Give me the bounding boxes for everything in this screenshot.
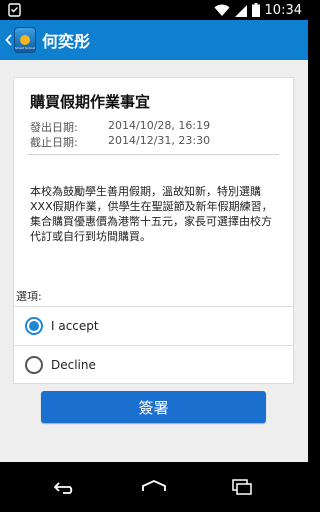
radio-decline[interactable] <box>25 356 43 374</box>
radio-accept[interactable] <box>25 317 43 335</box>
wifi-icon <box>214 4 230 16</box>
issue-date-label: 發出日期: <box>30 121 78 134</box>
sign-button[interactable]: 簽署 <box>41 391 266 423</box>
notification-icon <box>8 3 21 17</box>
options-label: 選項: <box>16 290 42 303</box>
logo-text: Smart School <box>15 46 35 50</box>
up-navigation-button[interactable] <box>2 20 12 60</box>
recent-apps-icon <box>232 479 252 495</box>
content-area: 購買假期作業事宜 發出日期: 2014/10/28, 16:19 截止日期: 2… <box>0 60 308 462</box>
issue-date-row: 發出日期: 2014/10/28, 16:19 <box>30 119 210 135</box>
back-nav-button[interactable] <box>46 474 86 500</box>
action-bar: Smart School 何奕彤 <box>0 20 308 60</box>
chevron-left-icon <box>5 34 12 46</box>
recent-apps-button[interactable] <box>222 474 262 500</box>
home-nav-icon <box>142 480 166 491</box>
page-title: 何奕彤 <box>42 32 91 51</box>
notice-card: 購買假期作業事宜 發出日期: 2014/10/28, 16:19 截止日期: 2… <box>13 77 294 336</box>
navigation-bar <box>0 462 308 512</box>
option-accept[interactable]: I accept <box>14 307 293 345</box>
app-logo[interactable]: Smart School <box>14 27 36 53</box>
divider <box>28 154 279 155</box>
due-date-label: 截止日期: <box>30 136 78 149</box>
option-accept-label: I accept <box>51 319 99 333</box>
back-nav-icon <box>53 482 73 494</box>
due-date-value: 2014/12/31, 23:30 <box>108 134 211 147</box>
due-date-row: 截止日期: 2014/12/31, 23:30 <box>30 134 210 150</box>
notice-body: 本校為鼓勵學生善用假期，溫故知新，特別選購 XXX假期作業，供學生在聖誕節及新年… <box>30 185 273 243</box>
radio-selected-dot <box>29 321 39 331</box>
option-decline-label: Decline <box>51 358 96 372</box>
option-decline[interactable]: Decline <box>14 346 293 384</box>
logo-emblem-icon <box>20 35 30 45</box>
status-bar: 10:34 <box>0 0 308 20</box>
cell-signal-icon <box>234 4 247 17</box>
home-nav-button[interactable] <box>134 474 174 500</box>
battery-icon <box>251 3 260 17</box>
options-group: I accept Decline <box>13 306 294 384</box>
notice-title: 購買假期作業事宜 <box>30 93 151 111</box>
status-time: 10:34 <box>264 2 302 18</box>
issue-date-value: 2014/10/28, 16:19 <box>108 119 211 132</box>
